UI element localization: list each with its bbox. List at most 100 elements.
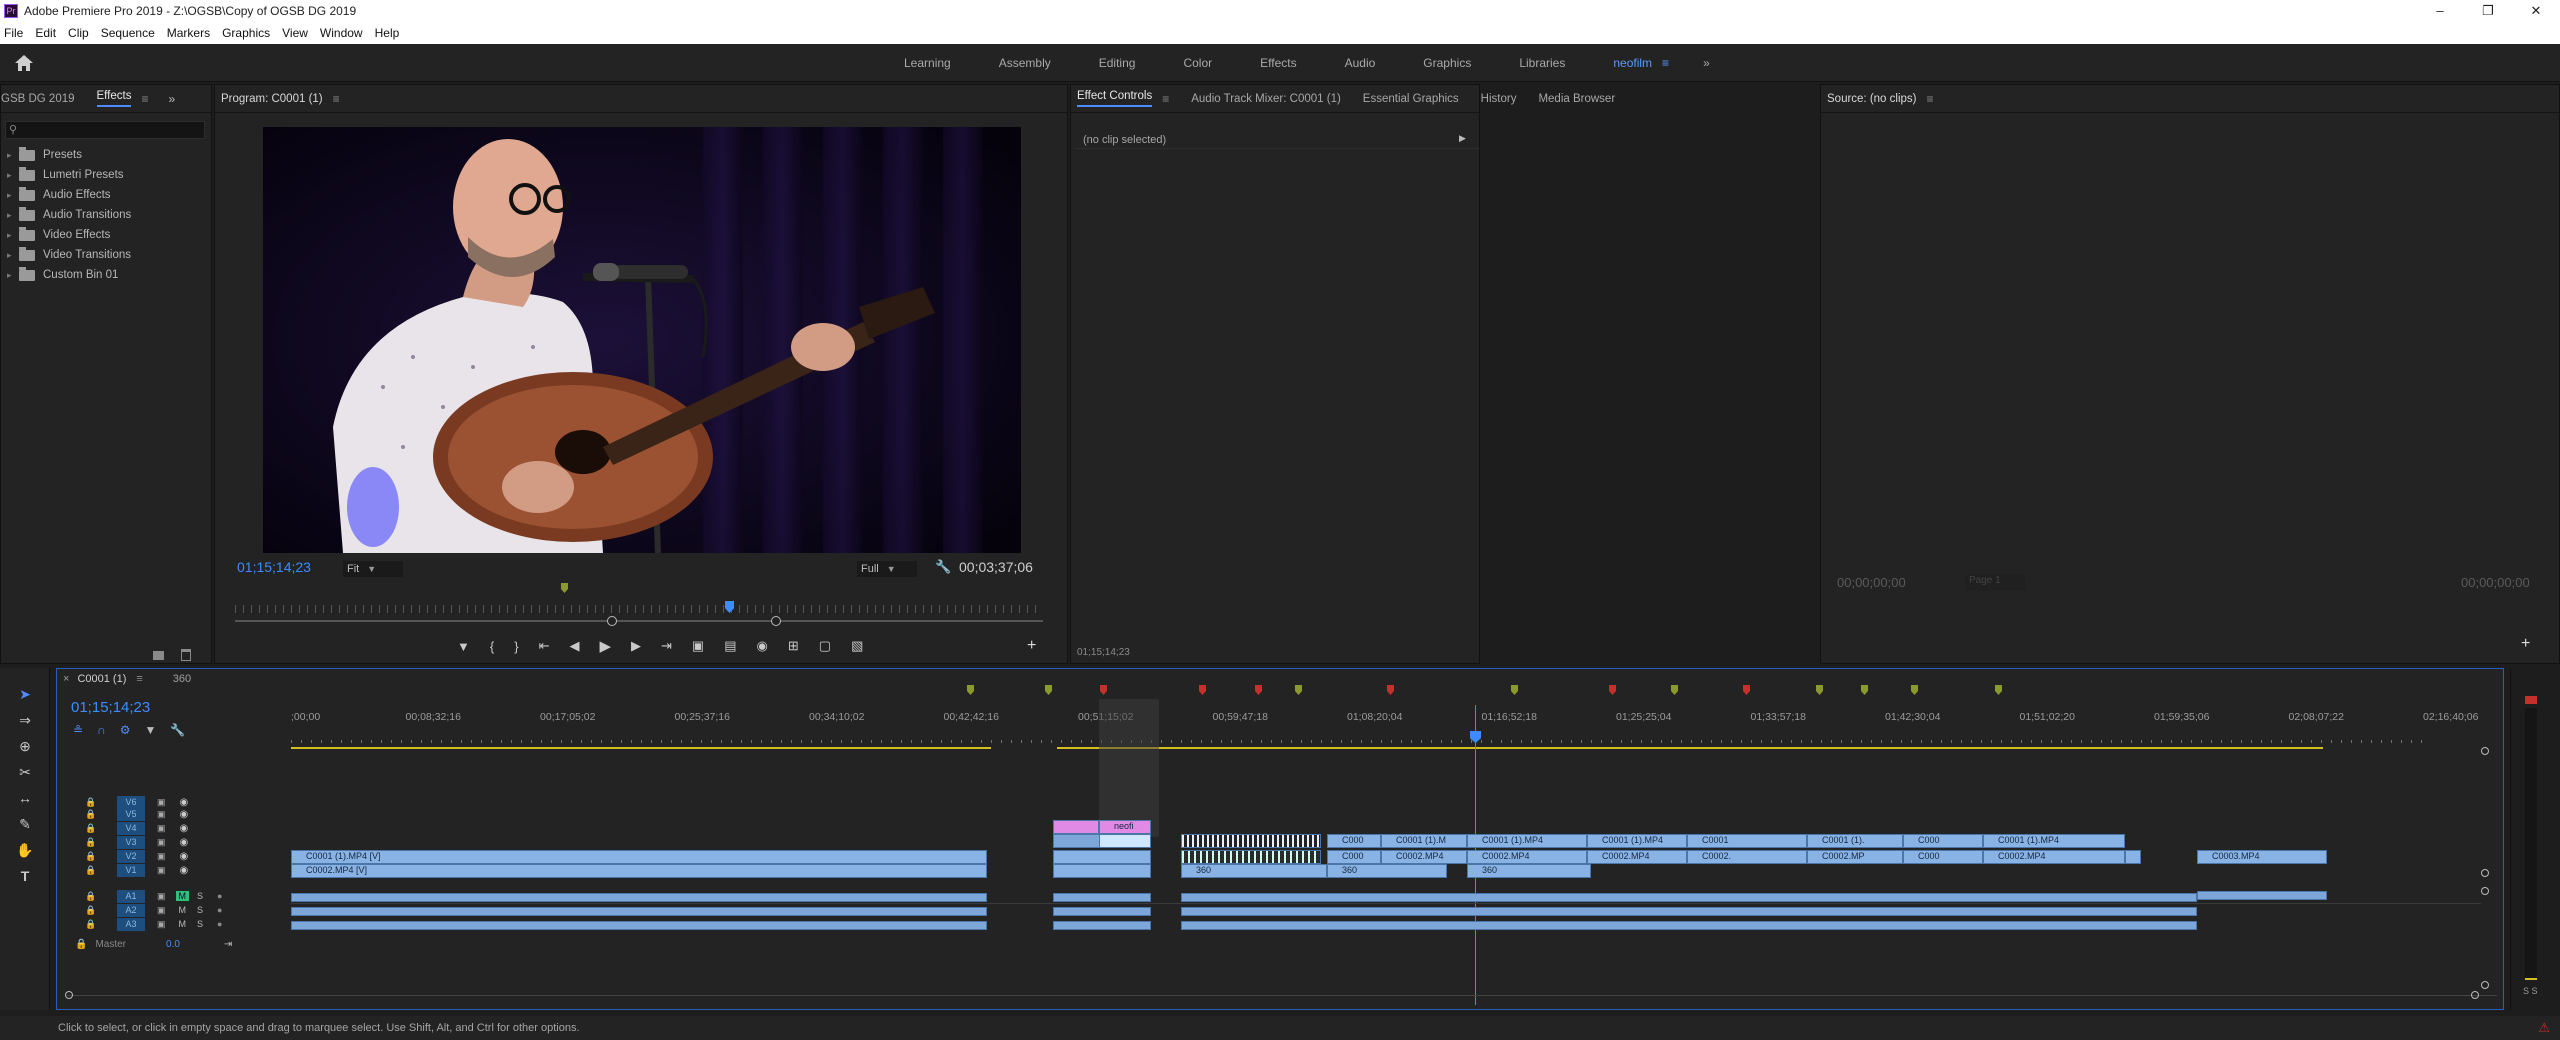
lock-icon[interactable]: 🔒	[85, 905, 96, 916]
v-scroll-handle-bottom[interactable]	[2481, 981, 2489, 989]
wrench-icon[interactable]: 🔧	[935, 559, 951, 575]
go-to-in-icon[interactable]: ⇤	[539, 638, 550, 654]
workspace-editing[interactable]: Editing	[1099, 56, 1136, 70]
compare-icon[interactable]: ⊞	[788, 638, 799, 654]
timeline-clip[interactable]: C0001 (1).MP4	[1587, 834, 1687, 848]
lock-icon[interactable]: 🔒	[75, 939, 87, 950]
program-menu-icon[interactable]: ≡	[333, 92, 340, 106]
track-target[interactable]: V1	[117, 863, 145, 877]
source-menu-icon[interactable]: ≡	[1926, 92, 1933, 106]
safe-margins-icon[interactable]: ▢	[819, 638, 831, 654]
timeline-clip[interactable]: neofi	[1099, 820, 1151, 834]
timeline-clip[interactable]: C0001 (1).M	[1381, 834, 1467, 848]
chevron-right-icon[interactable]: ▸	[7, 170, 19, 181]
nest-icon[interactable]: ≗	[73, 723, 83, 737]
timeline-timecode[interactable]: 01;15;14;23	[71, 699, 150, 716]
sequence-marker[interactable]	[1255, 685, 1262, 695]
solo-button[interactable]: S	[197, 919, 203, 929]
workspace-color[interactable]: Color	[1183, 56, 1212, 70]
timeline-clip[interactable]: C000	[1327, 834, 1381, 848]
hand-tool-icon[interactable]: ✋	[16, 842, 34, 860]
audio-clip[interactable]	[1053, 893, 1151, 902]
zoom-handle-right[interactable]	[771, 616, 781, 626]
menu-clip[interactable]: Clip	[68, 26, 89, 40]
tab-360[interactable]: 360	[173, 673, 191, 685]
tab-audio-track-mixer[interactable]: Audio Track Mixer: C0001 (1)	[1191, 93, 1341, 105]
go-to-end-icon[interactable]: ⇥	[224, 939, 232, 950]
timeline-clip[interactable]: C0001 (1).	[1807, 834, 1903, 848]
workspace-assembly[interactable]: Assembly	[999, 56, 1051, 70]
audio-clip[interactable]	[291, 921, 987, 930]
sequence-marker[interactable]	[1743, 685, 1750, 695]
workspace-libraries[interactable]: Libraries	[1519, 56, 1565, 70]
chevron-right-icon[interactable]: ▶	[1459, 133, 1466, 144]
sequence-marker[interactable]	[1045, 685, 1052, 695]
work-area-bar-1[interactable]	[291, 747, 991, 749]
go-to-out-icon[interactable]: ⇥	[661, 638, 672, 654]
quality-dropdown[interactable]: Full ▼	[857, 561, 917, 577]
pen-tool-icon[interactable]: ✎	[16, 816, 34, 834]
sync-lock-icon[interactable]: ▣	[157, 865, 166, 876]
v-scroll-handle-top[interactable]	[2481, 747, 2489, 755]
timeline-clip[interactable]: C000	[1903, 834, 1983, 848]
close-icon[interactable]: ×	[63, 673, 69, 685]
timeline-clip[interactable]: C0002.MP4	[1381, 850, 1467, 864]
lock-icon[interactable]: 🔒	[85, 891, 96, 902]
timeline-clip[interactable]: C0001 (1).MP4	[1983, 834, 2125, 848]
eye-icon[interactable]: ◉	[180, 809, 189, 820]
timeline-settings-icon[interactable]: 🔧	[170, 723, 185, 737]
lift-icon[interactable]: ▣	[692, 638, 704, 654]
timeline-clip[interactable]: C0001	[1687, 834, 1807, 848]
effects-item-video-effects[interactable]: ▸ Video Effects	[7, 225, 110, 245]
timeline-clip[interactable]: C0002.MP	[1807, 850, 1903, 864]
v-scroll-handle-audio[interactable]	[2481, 887, 2489, 895]
sync-lock-icon[interactable]: ▣	[157, 851, 166, 862]
sync-lock-icon[interactable]: ▣	[157, 919, 166, 930]
multi-cam-icon[interactable]: ▧	[851, 638, 863, 654]
mute-button[interactable]: M	[176, 905, 190, 915]
lock-icon[interactable]: 🔒	[85, 851, 96, 862]
lock-icon[interactable]: 🔒	[85, 809, 96, 820]
voice-over-icon[interactable]: ●	[217, 905, 222, 915]
timeline-clip[interactable]	[1053, 850, 1151, 864]
linked-selection-icon[interactable]: ⚙	[120, 723, 131, 737]
audio-clip[interactable]	[1181, 907, 2197, 916]
audio-clip[interactable]	[1053, 921, 1151, 930]
track-select-tool-icon[interactable]: ⇒	[16, 712, 34, 730]
scroll-handle-right[interactable]	[2471, 991, 2479, 999]
scroll-handle-left[interactable]	[65, 991, 73, 999]
step-back-icon[interactable]: ◀	[569, 638, 579, 654]
sequence-marker[interactable]	[1199, 685, 1206, 695]
export-frame-icon[interactable]: ◉	[757, 638, 768, 654]
effects-item-custom-bin[interactable]: ▸ Custom Bin 01	[7, 265, 118, 285]
page-dropdown[interactable]: Page 1	[1965, 575, 2025, 591]
chevron-right-icon[interactable]: ▸	[7, 190, 19, 201]
menu-view[interactable]: View	[282, 26, 308, 40]
sync-lock-icon[interactable]: ▣	[157, 823, 166, 834]
type-tool-icon[interactable]: T	[16, 868, 34, 886]
sequence-marker[interactable]	[1671, 685, 1678, 695]
razor-tool-icon[interactable]: ✂	[16, 764, 34, 782]
solo-button[interactable]: S	[197, 905, 203, 915]
effects-item-audio-transitions[interactable]: ▸ Audio Transitions	[7, 205, 131, 225]
track-target[interactable]: V2	[117, 849, 145, 863]
minimize-icon[interactable]: –	[2416, 0, 2464, 22]
lock-icon[interactable]: 🔒	[85, 919, 96, 930]
source-monitor-title[interactable]: Source: (no clips)	[1827, 93, 1916, 105]
timeline-clip[interactable]	[1053, 834, 1101, 848]
tab-media-browser[interactable]: Media Browser	[1538, 93, 1615, 105]
program-mini-ruler[interactable]	[235, 605, 1043, 613]
voice-over-icon[interactable]: ●	[217, 919, 222, 929]
timeline-clip[interactable]: C0002.MP4	[1587, 850, 1687, 864]
eye-icon[interactable]: ◉	[180, 797, 189, 808]
timeline-clip[interactable]: C0003.MP4	[2197, 850, 2327, 864]
new-bin-icon[interactable]	[153, 651, 164, 660]
timeline-clip[interactable]: C0001 (1).MP4 [V]	[291, 850, 987, 864]
audio-clip[interactable]	[1181, 921, 2197, 930]
v-scroll-handle-mid[interactable]	[2481, 869, 2489, 877]
timeline-clip[interactable]: C0002.MP4	[1467, 850, 1587, 864]
workspace-menu-icon[interactable]: ≡	[1662, 56, 1669, 70]
timeline-clip[interactable]	[2125, 850, 2141, 864]
timeline-clip[interactable]: C0002.MP4	[1983, 850, 2125, 864]
timeline-clip[interactable]	[1181, 850, 1321, 864]
